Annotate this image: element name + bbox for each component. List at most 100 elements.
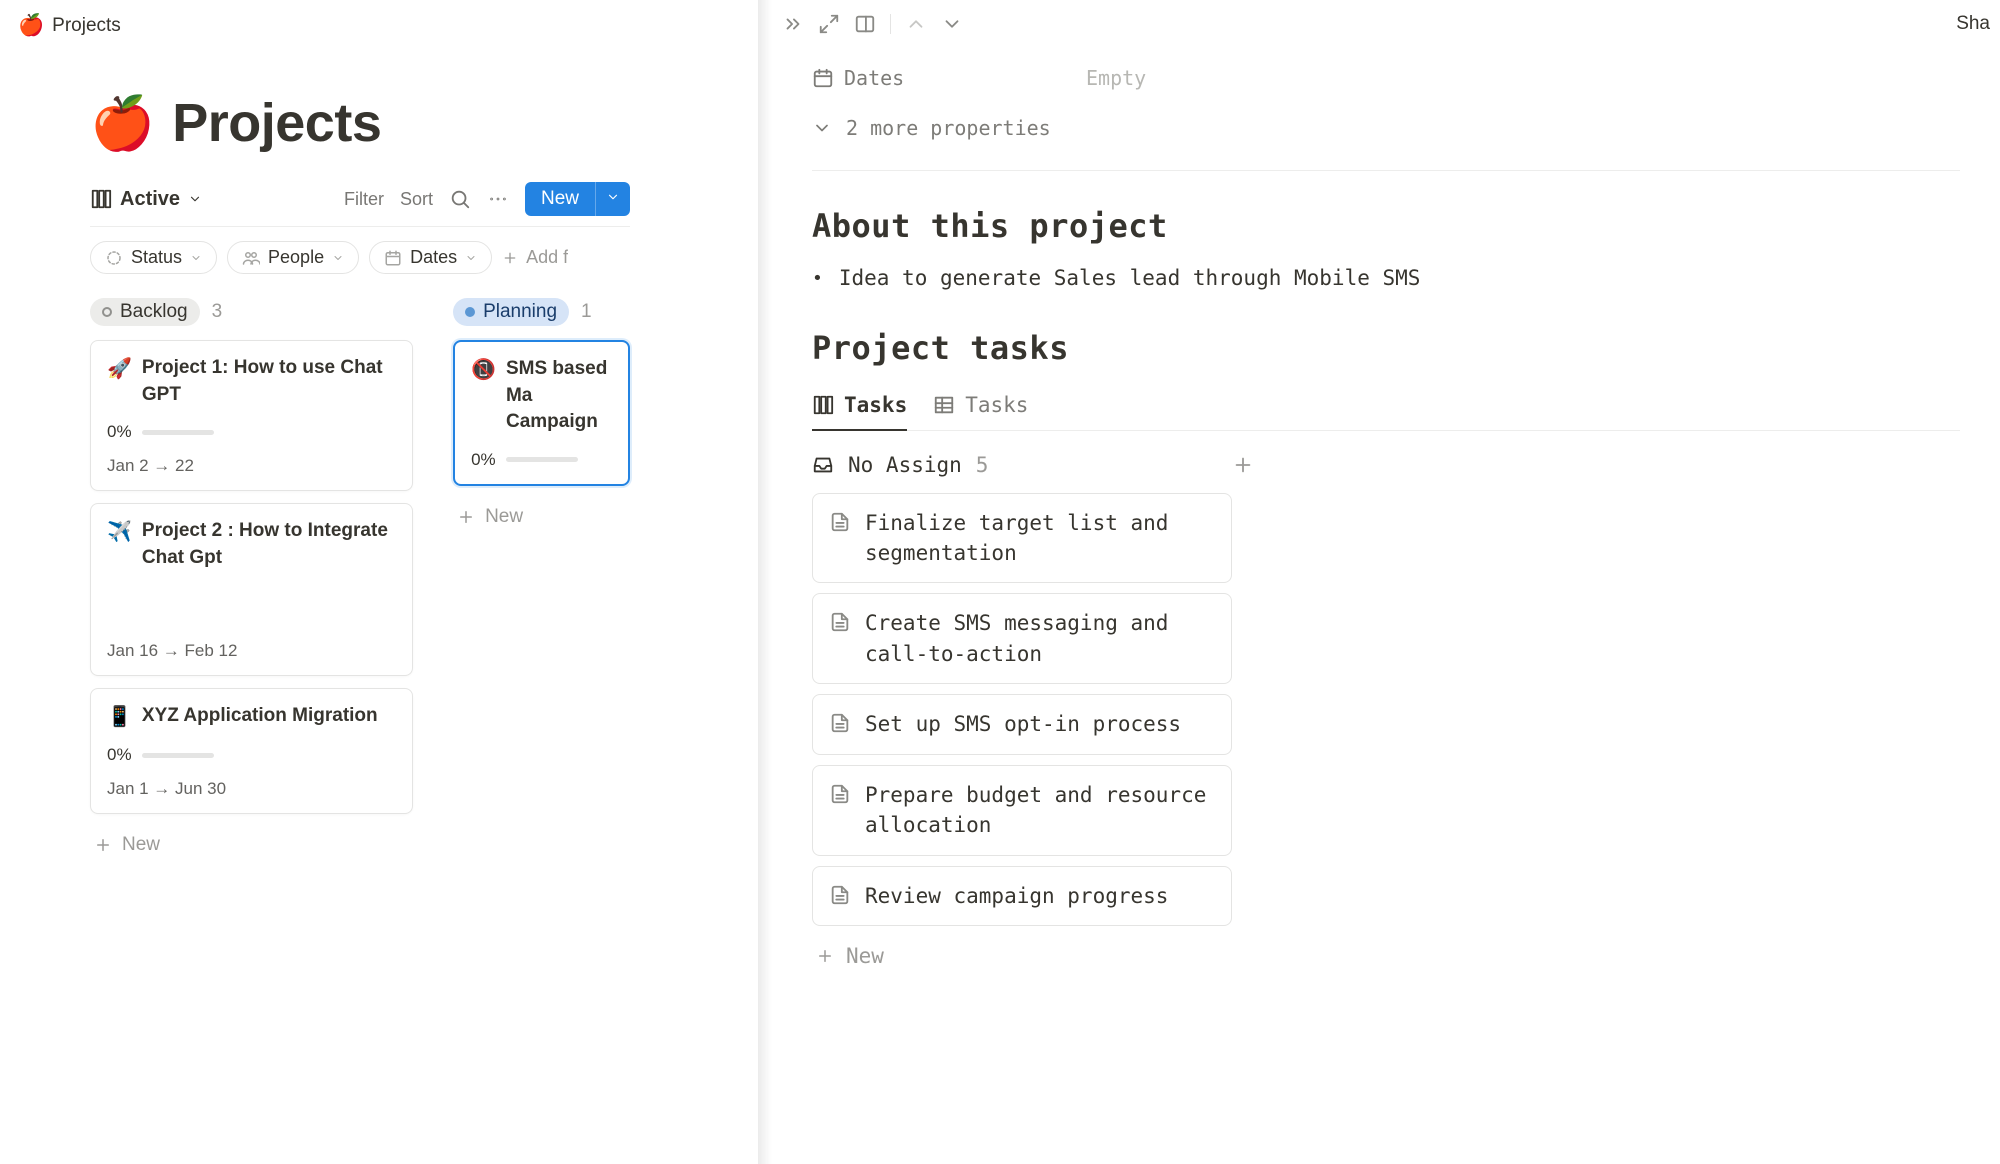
pane-divider[interactable]	[758, 0, 772, 1164]
table-icon	[933, 394, 955, 416]
tab-label: Tasks	[844, 393, 907, 417]
group-name: No Assign	[848, 453, 962, 477]
more-icon[interactable]	[487, 188, 509, 210]
new-card-label: New	[485, 506, 523, 528]
chevron-down-icon	[190, 252, 202, 264]
task-title: Set up SMS opt-in process	[865, 709, 1181, 739]
status-tag-planning[interactable]: Planning	[453, 298, 569, 326]
project-card[interactable]: 📱 XYZ Application Migration 0% Jan 1 → J…	[90, 688, 413, 814]
project-card[interactable]: 📵 SMS based Ma Campaign 0%	[453, 340, 630, 486]
progress-value: 0%	[471, 450, 496, 470]
active-view-label: Active	[120, 188, 180, 211]
task-group-header[interactable]: No Assign 5	[812, 431, 1960, 493]
filter-status[interactable]: Status	[90, 241, 217, 274]
people-icon	[242, 249, 260, 267]
board-icon	[90, 188, 112, 210]
tasks-list: Finalize target list and segmentation Cr…	[812, 493, 1232, 977]
progress-bar	[142, 753, 214, 758]
project-card[interactable]: 🚀 Project 1: How to use Chat GPT 0% Jan …	[90, 340, 413, 491]
card-dates: Jan 16 → Feb 12	[107, 641, 396, 661]
new-task-label: New	[846, 944, 884, 968]
new-button-caret[interactable]	[595, 182, 630, 216]
progress-value: 0%	[107, 422, 132, 442]
status-dot	[102, 307, 112, 317]
new-button-label: New	[525, 182, 595, 216]
task-title: Finalize target list and segmentation	[865, 508, 1215, 569]
property-dates[interactable]: Dates Empty	[812, 58, 1960, 98]
page-title: 🍎 Projects	[90, 92, 630, 154]
chevron-down-icon	[465, 252, 477, 264]
task-card[interactable]: Prepare budget and resource allocation	[812, 765, 1232, 856]
plus-icon	[816, 947, 834, 965]
column-count: 3	[212, 301, 223, 323]
sort-button[interactable]: Sort	[400, 189, 433, 210]
share-button[interactable]: Sha	[1956, 13, 1990, 35]
filter-dates-label: Dates	[410, 247, 457, 268]
calendar-icon	[812, 67, 834, 89]
card-title: SMS based Ma Campaign	[506, 356, 612, 436]
breadcrumb[interactable]: 🍎 Projects	[10, 0, 765, 52]
filter-dates[interactable]: Dates	[369, 241, 492, 274]
more-properties-toggle[interactable]: 2 more properties	[812, 98, 1960, 170]
plus-icon	[94, 836, 112, 854]
board-icon	[812, 394, 834, 416]
filter-people[interactable]: People	[227, 241, 359, 274]
card-title: Project 2 : How to Integrate Chat Gpt	[142, 518, 396, 571]
column-name: Planning	[483, 301, 557, 323]
filter-status-label: Status	[131, 247, 182, 268]
inbox-icon	[812, 454, 834, 476]
task-card[interactable]: Finalize target list and segmentation	[812, 493, 1232, 584]
tasks-heading: Project tasks	[812, 329, 1960, 367]
card-title: Project 1: How to use Chat GPT	[142, 355, 396, 408]
page-icon	[829, 511, 851, 533]
page-title-text: Projects	[172, 92, 381, 154]
about-bullet-item[interactable]: • Idea to generate Sales lead through Mo…	[812, 263, 1960, 295]
plus-icon	[502, 250, 518, 266]
prev-page-icon[interactable]	[905, 13, 927, 35]
card-emoji: 📵	[471, 356, 496, 436]
card-dates: Jan 2 → 22	[107, 456, 396, 476]
project-card[interactable]: ✈️ Project 2 : How to Integrate Chat Gpt…	[90, 503, 413, 676]
separator	[890, 14, 891, 34]
task-title: Prepare budget and resource allocation	[865, 780, 1215, 841]
card-dates: Jan 1 → Jun 30	[107, 779, 396, 799]
task-card[interactable]: Review campaign progress	[812, 866, 1232, 926]
kanban-board: Backlog 3 🚀 Project 1: How to use Chat G…	[90, 288, 630, 864]
board-pane: 🍎 Projects 🍎 Projects Active Filter Sort	[0, 0, 765, 1164]
about-heading: About this project	[812, 207, 1960, 245]
column-name: Backlog	[120, 301, 188, 323]
about-bullet-text: Idea to generate Sales lead through Mobi…	[839, 263, 1421, 295]
status-tag-backlog[interactable]: Backlog	[90, 298, 200, 326]
close-panel-icon[interactable]	[782, 13, 804, 35]
card-emoji: ✈️	[107, 518, 132, 571]
new-task-button[interactable]: New	[812, 936, 1232, 976]
new-card-button[interactable]: New	[90, 826, 413, 864]
expand-icon[interactable]	[818, 13, 840, 35]
detail-panel: Sha Dates Empty 2 more properties About …	[772, 0, 2000, 1164]
section-separator	[812, 170, 1960, 171]
filter-button[interactable]: Filter	[344, 189, 384, 210]
chevron-down-icon	[812, 118, 832, 138]
group-count: 5	[976, 453, 989, 477]
progress-value: 0%	[107, 745, 132, 765]
plus-icon	[457, 508, 475, 526]
status-icon	[105, 249, 123, 267]
column-backlog: Backlog 3 🚀 Project 1: How to use Chat G…	[90, 298, 413, 864]
tab-label: Tasks	[965, 393, 1028, 417]
tab-tasks-table[interactable]: Tasks	[933, 385, 1028, 429]
calendar-icon	[384, 249, 402, 267]
view-switcher[interactable]: Active	[90, 188, 202, 211]
next-page-icon[interactable]	[941, 13, 963, 35]
task-card[interactable]: Set up SMS opt-in process	[812, 694, 1232, 754]
search-icon[interactable]	[449, 188, 471, 210]
new-button[interactable]: New	[525, 182, 630, 216]
peek-mode-icon[interactable]	[854, 13, 876, 35]
add-task-icon[interactable]	[1232, 454, 1254, 476]
task-card[interactable]: Create SMS messaging and call-to-action	[812, 593, 1232, 684]
new-card-button[interactable]: New	[453, 498, 630, 536]
property-label: Dates	[844, 66, 904, 90]
tab-tasks-board[interactable]: Tasks	[812, 385, 907, 431]
more-properties-label: 2 more properties	[846, 116, 1051, 140]
add-filter-button[interactable]: Add f	[502, 247, 568, 268]
column-planning: Planning 1 📵 SMS based Ma Campaign 0%	[453, 298, 630, 864]
